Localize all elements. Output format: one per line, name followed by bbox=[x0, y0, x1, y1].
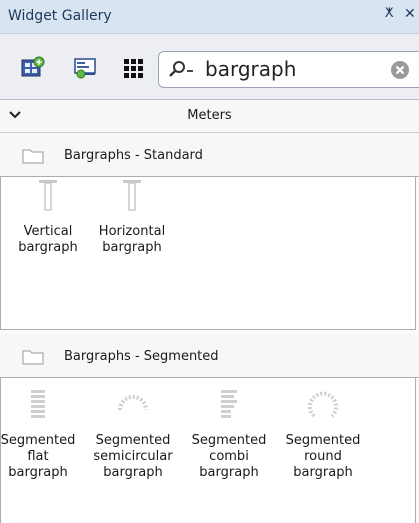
window-title: Widget Gallery bbox=[8, 8, 112, 24]
group-header-segmented[interactable]: Bargraphs - Segmented bbox=[0, 334, 419, 378]
search-dropdown-icon[interactable] bbox=[167, 60, 197, 80]
group-label: Bargraphs - Segmented bbox=[64, 349, 219, 364]
gallery-item-horizontal-bargraph[interactable]: Horizontal bargraph bbox=[84, 177, 180, 256]
category-label: Meters bbox=[187, 108, 232, 123]
segmented-combi-bargraph-icon bbox=[221, 390, 237, 418]
item-label: Segmented flat bargraph bbox=[0, 433, 76, 480]
toolbar: bargraph bbox=[0, 34, 419, 98]
gallery-panel: Meters Bargraphs - Standard Vertical bar… bbox=[0, 99, 419, 523]
gallery-item-segmented-semicircular-bargraph[interactable]: Segmented semicircular bargraph bbox=[85, 388, 181, 481]
gallery-item-segmented-round-bargraph[interactable]: Segmented round bargraph bbox=[275, 388, 371, 481]
segmented-round-bargraph-icon bbox=[308, 391, 338, 418]
group-items-segmented: Segmented flat bargraph Segmented semici… bbox=[0, 378, 416, 523]
grid-view-icon[interactable] bbox=[121, 56, 147, 80]
search-input[interactable]: bargraph bbox=[205, 57, 296, 81]
item-label: Vertical bargraph bbox=[18, 224, 78, 255]
folder-icon bbox=[22, 148, 44, 164]
gallery-item-segmented-combi-bargraph[interactable]: Segmented combi bargraph bbox=[181, 388, 277, 481]
pin-icon[interactable]: ⵅ bbox=[381, 6, 397, 24]
segmented-flat-bargraph-icon bbox=[31, 390, 45, 418]
vertical-bargraph-icon bbox=[39, 180, 57, 211]
group-label: Bargraphs - Standard bbox=[64, 148, 203, 163]
close-icon[interactable]: ✕ bbox=[404, 6, 419, 24]
widget-properties-icon[interactable] bbox=[73, 56, 99, 80]
horizontal-bargraph-icon bbox=[123, 180, 141, 211]
clear-search-icon[interactable] bbox=[390, 60, 410, 80]
group-items-standard: Vertical bargraph Horizontal bargraph bbox=[0, 177, 416, 330]
group-header-standard[interactable]: Bargraphs - Standard bbox=[0, 133, 419, 177]
gallery-item-segmented-flat-bargraph[interactable]: Segmented flat bargraph bbox=[0, 388, 86, 481]
title-bar: Widget Gallery ⵅ ✕ bbox=[0, 0, 419, 34]
add-widget-icon[interactable] bbox=[20, 56, 46, 80]
category-header-meters[interactable]: Meters bbox=[0, 100, 419, 133]
item-label: Segmented semicircular bargraph bbox=[93, 433, 173, 480]
search-box[interactable]: bargraph bbox=[158, 51, 419, 88]
item-label: Segmented round bargraph bbox=[285, 433, 361, 480]
segmented-semicircular-bargraph-icon bbox=[118, 395, 148, 411]
item-label: Segmented combi bargraph bbox=[191, 433, 267, 480]
folder-icon bbox=[22, 349, 44, 365]
item-label: Horizontal bargraph bbox=[98, 224, 166, 255]
gallery-item-vertical-bargraph[interactable]: Vertical bargraph bbox=[0, 177, 96, 256]
